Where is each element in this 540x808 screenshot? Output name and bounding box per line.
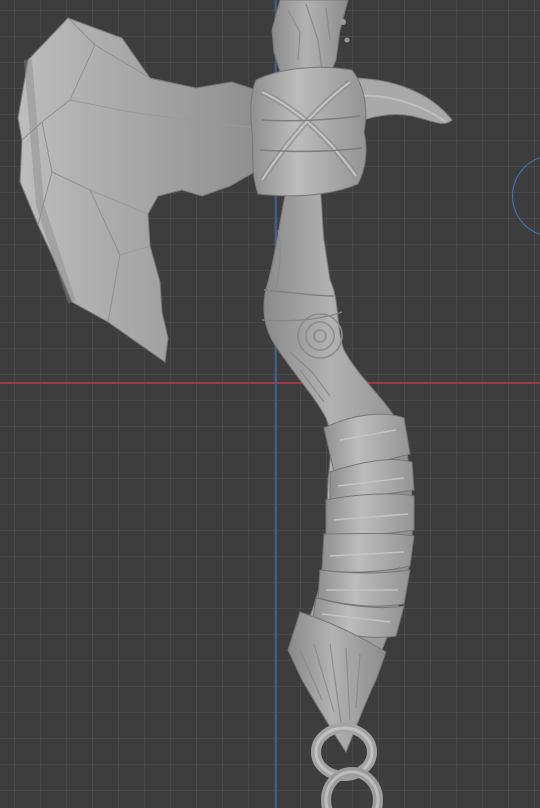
- binding-wrap: [250, 66, 367, 197]
- axe-blade: [17, 17, 263, 363]
- axe-model[interactable]: [0, 0, 540, 808]
- handle-wraps: [311, 413, 415, 638]
- handle-top: [271, 0, 350, 79]
- 3d-viewport[interactable]: [0, 0, 540, 808]
